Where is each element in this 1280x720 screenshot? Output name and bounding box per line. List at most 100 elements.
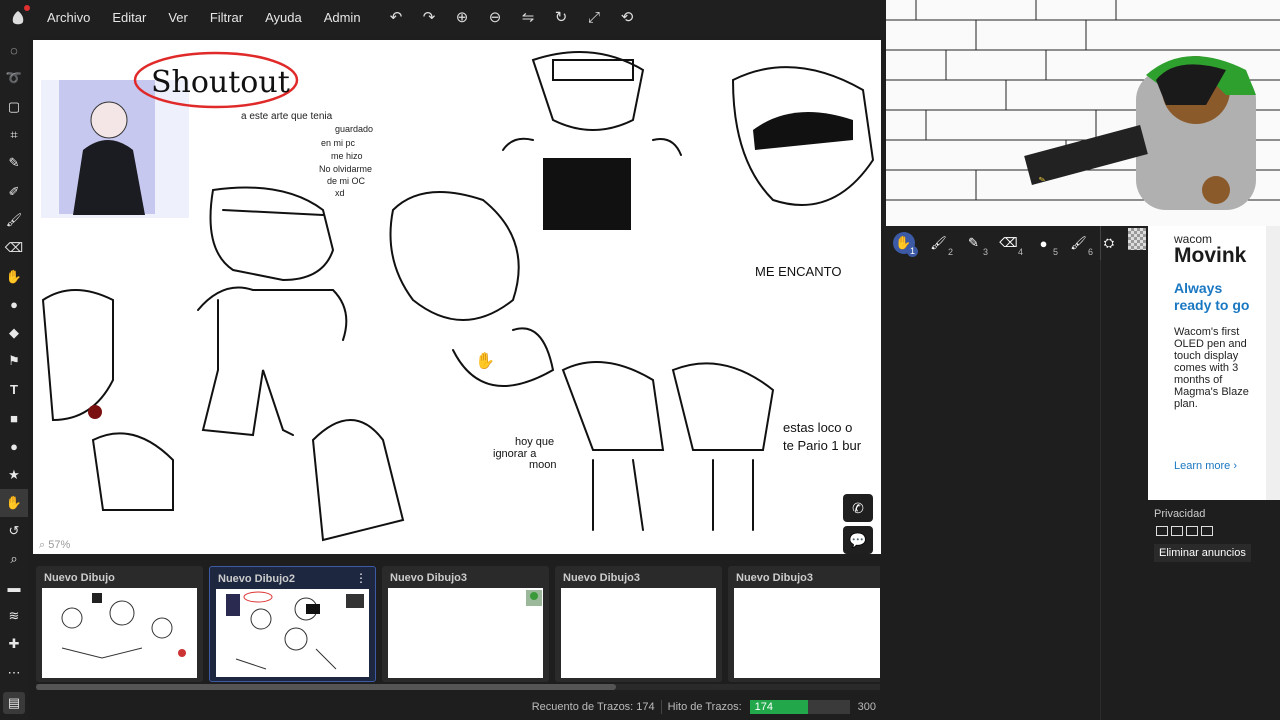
layer-settings-icon: ⛭ (1103, 235, 1115, 250)
rectangle-icon[interactable]: ■ (0, 404, 28, 432)
thumbnail-4[interactable]: Nuevo Dibujo3 (555, 566, 722, 682)
brush-preset-3[interactable]: ✎ 3 (956, 226, 991, 260)
note-text-4: me hizo (331, 151, 363, 161)
zoom-level: ⌕ 57% (39, 539, 71, 551)
chat-button[interactable]: 💬 (843, 526, 873, 554)
blend-icon[interactable]: ● (0, 291, 28, 319)
stamp-icon[interactable]: ⚑ (0, 347, 28, 375)
thumbnail-sketch-1 (61, 593, 186, 659)
eraser-icon[interactable]: ⌫ (0, 234, 28, 262)
scrollbar-thumb[interactable] (36, 684, 616, 690)
note-text-2: guardado (335, 124, 373, 134)
undo-icon[interactable]: ↶ (380, 0, 413, 36)
transparency-swatch[interactable] (1128, 228, 1146, 250)
add-icon[interactable]: ✚ (0, 630, 28, 658)
zoom-in-icon[interactable]: ⊕ (446, 0, 479, 36)
free-select-icon[interactable]: ➰ (0, 64, 28, 92)
canvas-drawing: Shoutout a este arte que tenia guardado … (41, 51, 875, 542)
layout-1-icon[interactable] (1156, 526, 1168, 536)
brush-preset-2[interactable]: 🖌 2 (921, 226, 956, 260)
eyedropper-icon[interactable]: ✎ (0, 149, 28, 177)
menu-ayuda[interactable]: Ayuda (254, 0, 313, 36)
layers-panel (886, 260, 1148, 720)
zoom-out-icon[interactable]: ⊖ (479, 0, 512, 36)
menu-archivo[interactable]: Archivo (36, 0, 101, 36)
estas-text-2: te Pario 1 bur (783, 438, 862, 453)
redo-icon[interactable]: ↷ (413, 0, 446, 36)
panel-divider (1100, 260, 1101, 720)
marker-icon: 🖌 (1070, 235, 1087, 250)
thumbnail-1[interactable]: Nuevo Dibujo (36, 566, 203, 682)
fill-icon[interactable]: ◆ (0, 319, 28, 347)
top-tool-icons: ↶ ↷ ⊕ ⊖ ⇋ ↻ ⤢ ⟲ (380, 0, 644, 36)
brushbar-divider (1100, 226, 1101, 260)
black-shirt (543, 158, 631, 230)
app-logo-icon[interactable] (0, 0, 36, 36)
circle-brush-icon: ● (1039, 235, 1048, 251)
brush-preset-1[interactable]: ✋ 1 (886, 226, 921, 260)
black-hat (753, 112, 853, 150)
zoom-icon[interactable]: ⌕ (0, 545, 28, 573)
crop-icon[interactable]: ⌗ (0, 121, 28, 149)
fullscreen-icon[interactable]: ⤢ (578, 0, 611, 36)
menu-editar[interactable]: Editar (101, 0, 157, 36)
estas-text-1: estas loco o (783, 420, 852, 435)
rotate-view-icon[interactable]: ↺ (0, 517, 28, 545)
hand-icon[interactable]: ✋ (0, 488, 28, 518)
pen-icon[interactable]: ✐ (0, 177, 28, 205)
thumbnail-2[interactable]: Nuevo Dibujo2 ⋮ (209, 566, 376, 682)
thumbnail-label: Nuevo Dibujo3 (390, 572, 468, 584)
note-text-6: de mi OC (327, 176, 366, 186)
advertisement[interactable]: wacom Movink Always ready to go Wacom's … (1148, 226, 1266, 500)
pen-icon: ✎ (968, 235, 979, 250)
app-root: Archivo Editar Ver Filtrar Ayuda Admin ↶… (0, 0, 1280, 720)
thumbnail-menu-icon[interactable]: ⋮ (355, 571, 367, 585)
thumbnail-image (42, 588, 197, 678)
menu-bar: Archivo Editar Ver Filtrar Ayuda Admin ↶… (0, 0, 886, 36)
more-icon[interactable]: ⋯ (0, 659, 28, 687)
phone-button[interactable]: ✆ (843, 494, 873, 522)
chat-icon[interactable]: ▬ (0, 574, 28, 602)
ad-scrollbar[interactable] (1266, 226, 1280, 500)
layout-2-icon[interactable] (1171, 526, 1183, 536)
note-text-3: en mi pc (321, 138, 356, 148)
brush-presets: ✋ 1 🖌 2 ✎ 3 ⌫ 4 ● 5 🖌 6 ⛭ (886, 226, 1148, 260)
thumbnail-label: Nuevo Dibujo3 (736, 572, 814, 584)
remove-ads-button[interactable]: Eliminar anuncios (1154, 544, 1251, 562)
rotate-icon[interactable]: ↻ (545, 0, 578, 36)
ad-product: Movink (1174, 244, 1247, 267)
stroke-goal-label: Hito de Trazos: (667, 701, 742, 713)
thumbnail-image (734, 588, 880, 678)
brush-preset-6[interactable]: 🖌 6 (1061, 226, 1096, 260)
layout-4-icon[interactable] (1201, 526, 1213, 536)
brush-preset-4[interactable]: ⌫ 4 (991, 226, 1026, 260)
menu-filtrar[interactable]: Filtrar (199, 0, 254, 36)
layers-icon[interactable]: ≋ (0, 602, 28, 630)
smudge-icon[interactable]: ✋ (0, 262, 28, 290)
lasso-select-icon[interactable]: ◌ (0, 36, 28, 64)
thumbnails-scrollbar[interactable] (36, 684, 880, 690)
rect-select-icon[interactable]: ▢ (0, 93, 28, 121)
brush-preset-5[interactable]: ● 5 (1026, 226, 1061, 260)
brush-icon[interactable]: 🖌 (0, 206, 28, 234)
thumbnail-image (561, 588, 716, 678)
menu-ver[interactable]: Ver (157, 0, 199, 36)
brush-preset-number: 1 (907, 246, 918, 257)
drawing-canvas[interactable]: Shoutout a este arte que tenia guardado … (33, 40, 881, 554)
hoy-text-3: moon (529, 459, 557, 471)
brush-preset-number: 6 (1087, 247, 1093, 257)
flip-icon[interactable]: ⇋ (512, 0, 545, 36)
layout-3-icon[interactable] (1186, 526, 1198, 536)
thumbnail-5[interactable]: Nuevo Dibujo3 (728, 566, 880, 682)
thumbnail-sketch-2 (226, 591, 364, 670)
thumbnail-3[interactable]: Nuevo Dibujo3 (382, 566, 549, 682)
shape-icon[interactable]: ★ (0, 460, 28, 488)
text-icon[interactable]: T (0, 376, 28, 404)
menu-admin[interactable]: Admin (313, 0, 372, 36)
hoy-text-1: hoy que (515, 436, 554, 448)
reset-rotate-icon[interactable]: ⟲ (611, 0, 644, 36)
status-bar: Recuento de Trazos: 174 Hito de Trazos: … (0, 694, 886, 720)
ad-learn-more[interactable]: Learn more › (1174, 460, 1237, 472)
thumbnail-label: Nuevo Dibujo3 (563, 572, 641, 584)
ellipse-icon[interactable]: ● (0, 432, 28, 460)
